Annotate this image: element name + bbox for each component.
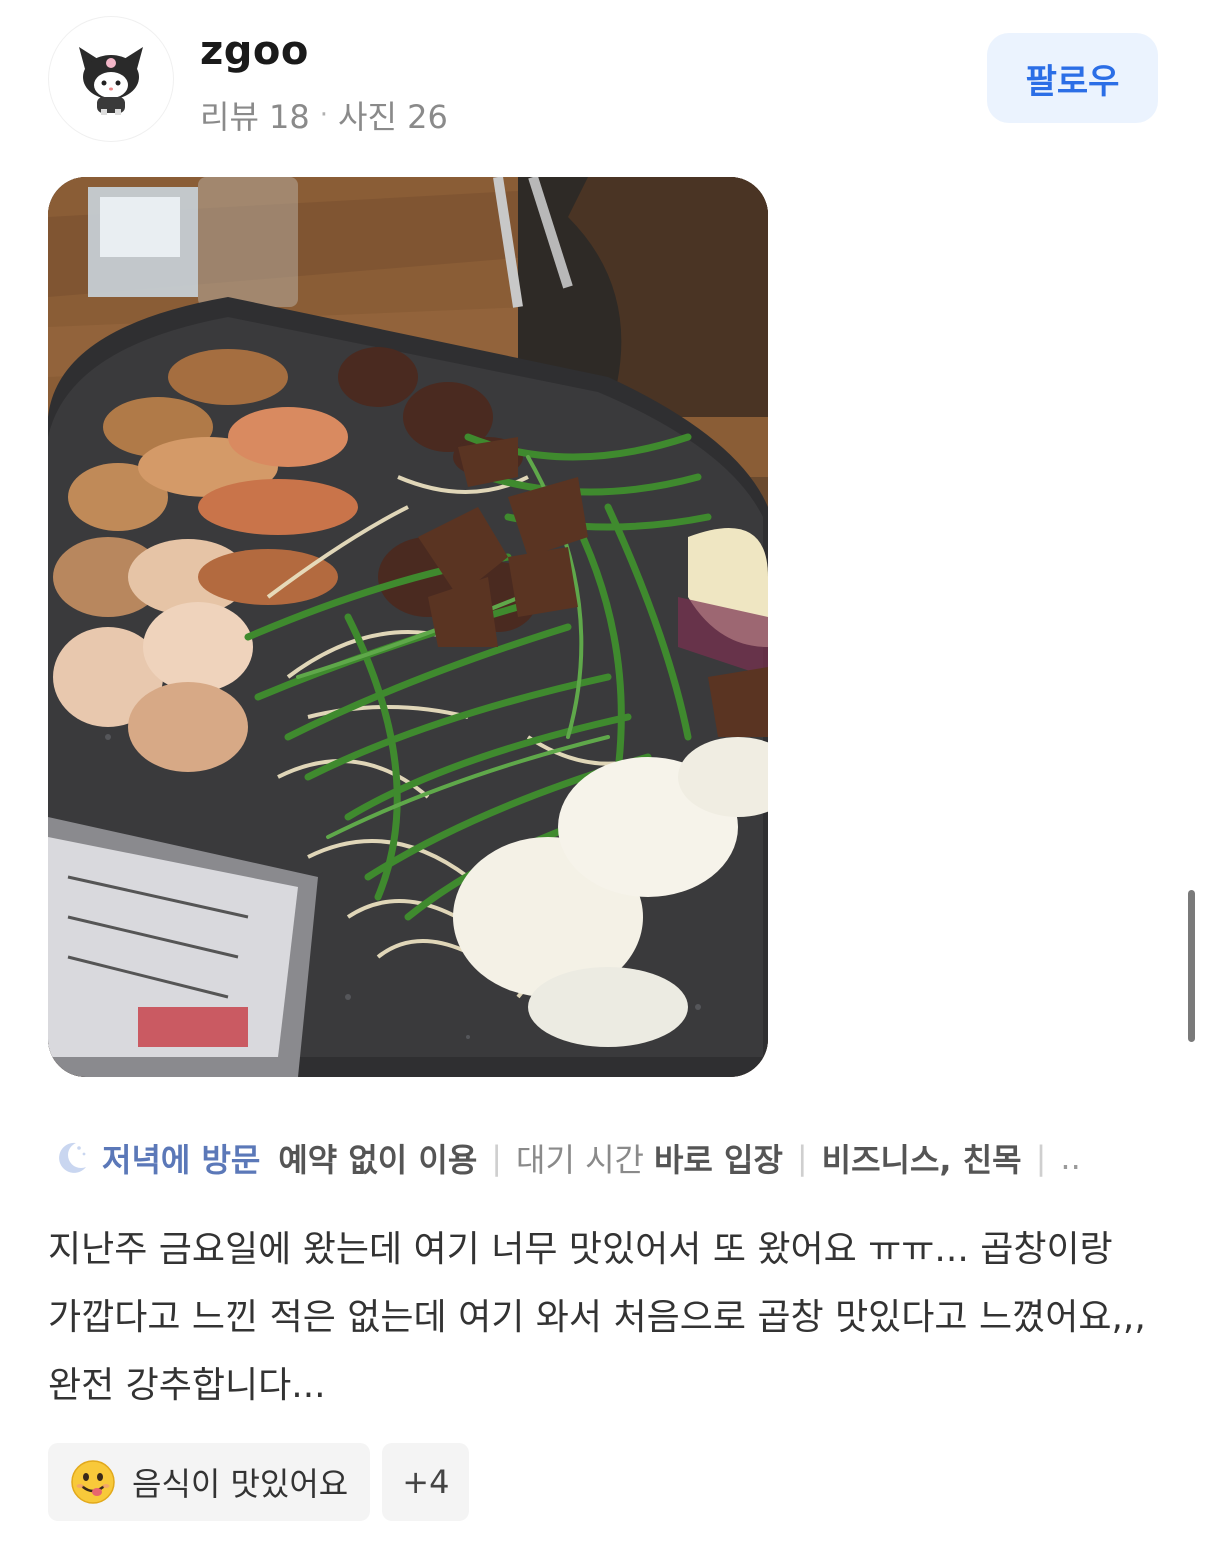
visit-separator: | bbox=[796, 1139, 808, 1177]
visit-time: 저녁에 방문 bbox=[102, 1141, 261, 1179]
wait-value: 바로 입장 bbox=[653, 1141, 783, 1179]
wait-label: 대기 시간 bbox=[516, 1141, 644, 1179]
review-count: 리뷰 18 bbox=[200, 98, 310, 136]
yum-face-icon bbox=[71, 1460, 115, 1504]
user-stats: 리뷰 18 · 사진 26 bbox=[200, 92, 448, 138]
keyword-chips: 음식이 맛있어요 +4 bbox=[48, 1443, 470, 1521]
review-text[interactable]: 지난주 금요일에 왔는데 여기 너무 맛있어서 또 왔어요 ㅠㅠ... 곱창이랑… bbox=[48, 1216, 1158, 1420]
visit-separator: | bbox=[491, 1139, 503, 1177]
visit-purpose: 비즈니스, 친목 bbox=[821, 1141, 1022, 1179]
stats-separator: · bbox=[319, 100, 329, 130]
kuromi-icon bbox=[79, 47, 143, 115]
follow-button[interactable]: 팔로우 bbox=[987, 33, 1158, 123]
review-photo[interactable] bbox=[48, 177, 768, 1077]
moon-icon bbox=[59, 1142, 86, 1173]
keyword-chip[interactable]: 음식이 맛있어요 bbox=[48, 1443, 371, 1521]
reservation-value: 예약 없이 이용 bbox=[278, 1141, 478, 1179]
username[interactable]: zgoo bbox=[200, 28, 309, 74]
visit-more: .. bbox=[1060, 1139, 1081, 1177]
page-scrollbar[interactable] bbox=[1188, 890, 1195, 1042]
visit-separator: | bbox=[1035, 1139, 1047, 1177]
avatar[interactable] bbox=[48, 16, 174, 142]
visit-info-row[interactable]: 저녁에 방문 예약 없이 이용 | 대기 시간 바로 입장 | 비즈니스, 친목… bbox=[52, 1134, 1081, 1182]
keyword-label: 음식이 맛있어요 bbox=[132, 1465, 349, 1503]
photo-count: 사진 26 bbox=[338, 98, 448, 136]
more-keywords-chip[interactable]: +4 bbox=[382, 1443, 470, 1521]
